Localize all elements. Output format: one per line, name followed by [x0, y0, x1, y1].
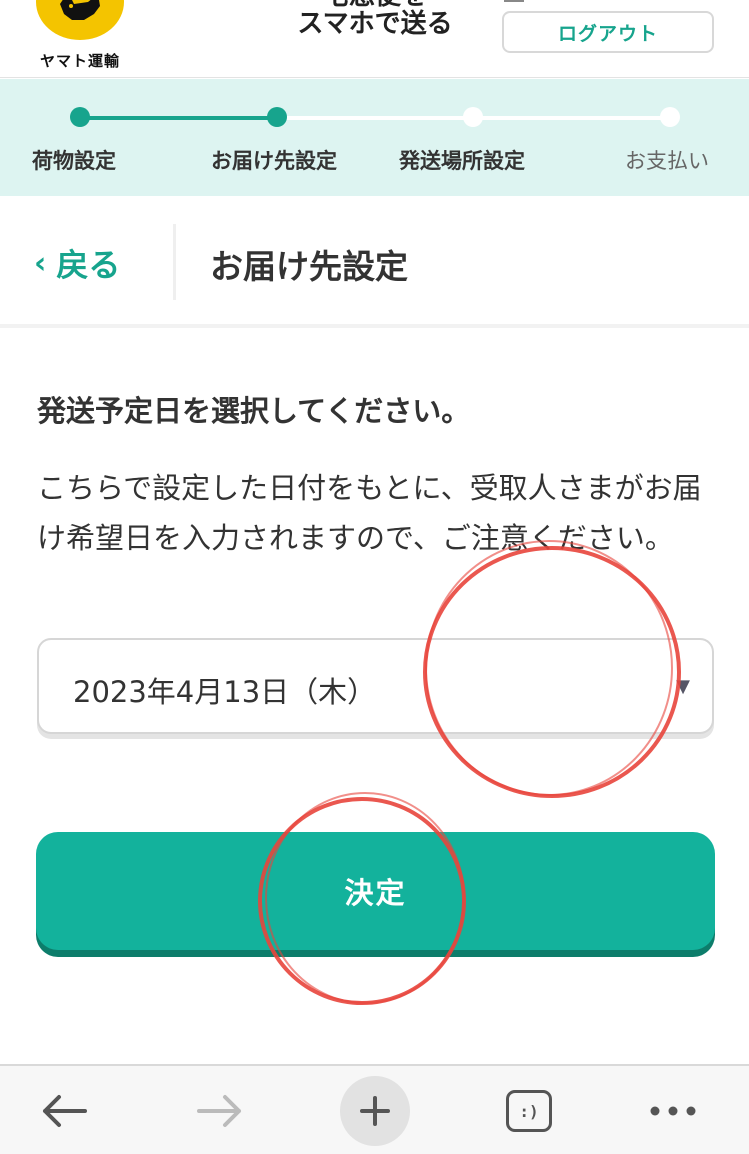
- menu-edge: [504, 0, 524, 2]
- step-label-4: お支払い: [625, 149, 709, 173]
- shipping-date-value: 2023年4月13日（木）: [73, 675, 377, 709]
- step-label-1: 荷物設定: [32, 149, 116, 173]
- back-label: 戻る: [56, 246, 121, 284]
- section-description: こちらで設定した日付をもとに、受取人さまがお届け希望日を入力されますので、ご注意…: [37, 471, 702, 555]
- tabs-button[interactable]: :): [504, 1080, 554, 1142]
- step-label-3: 発送場所設定: [399, 149, 525, 173]
- step-label-2: お届け先設定: [211, 149, 337, 173]
- tabs-icon: :): [506, 1090, 552, 1132]
- browser-toolbar: :): [0, 1064, 749, 1154]
- service-title-line2: スマホで送る: [297, 9, 453, 39]
- browser-forward-button[interactable]: [190, 1080, 250, 1142]
- plus-icon: [360, 1096, 390, 1126]
- shipping-date-select[interactable]: 2023年4月13日（木） ▼: [37, 638, 714, 734]
- step-dot-3: [463, 107, 483, 127]
- step-dot-4: [660, 107, 680, 127]
- back-button[interactable]: ‹ 戻る: [34, 240, 120, 286]
- service-title: 宅急便を スマホで送る: [290, 0, 460, 38]
- page-titlebar: ‹ 戻る お届け先設定: [0, 196, 749, 328]
- app-header: ヤマト運輸 宅急便を スマホで送る ログアウト: [0, 0, 749, 78]
- more-menu-button[interactable]: [645, 1080, 701, 1142]
- browser-back-button[interactable]: [34, 1080, 94, 1142]
- arrow-right-icon: [197, 1095, 241, 1127]
- step-dot-2: [267, 107, 287, 127]
- arrow-left-icon: [43, 1095, 87, 1127]
- progress-stepper: 荷物設定 お届け先設定 発送場所設定 お支払い: [0, 79, 749, 196]
- divider: [173, 224, 176, 300]
- dropdown-arrow-icon: ▼: [676, 676, 690, 697]
- new-tab-button[interactable]: [340, 1076, 410, 1146]
- logout-button[interactable]: ログアウト: [502, 11, 714, 53]
- yamato-logo[interactable]: ヤマト運輸: [34, 0, 126, 72]
- section-heading: 発送予定日を選択してください。: [37, 394, 471, 428]
- step-dot-1: [70, 107, 90, 127]
- more-dots-icon: [650, 1106, 696, 1116]
- logo-text: ヤマト運輸: [39, 52, 120, 70]
- chevron-left-icon: ‹: [34, 245, 47, 281]
- confirm-button[interactable]: 決定: [36, 832, 715, 950]
- page-title: お届け先設定: [210, 247, 408, 286]
- progress-track-done: [80, 116, 277, 120]
- black-cat-icon: [60, 0, 100, 20]
